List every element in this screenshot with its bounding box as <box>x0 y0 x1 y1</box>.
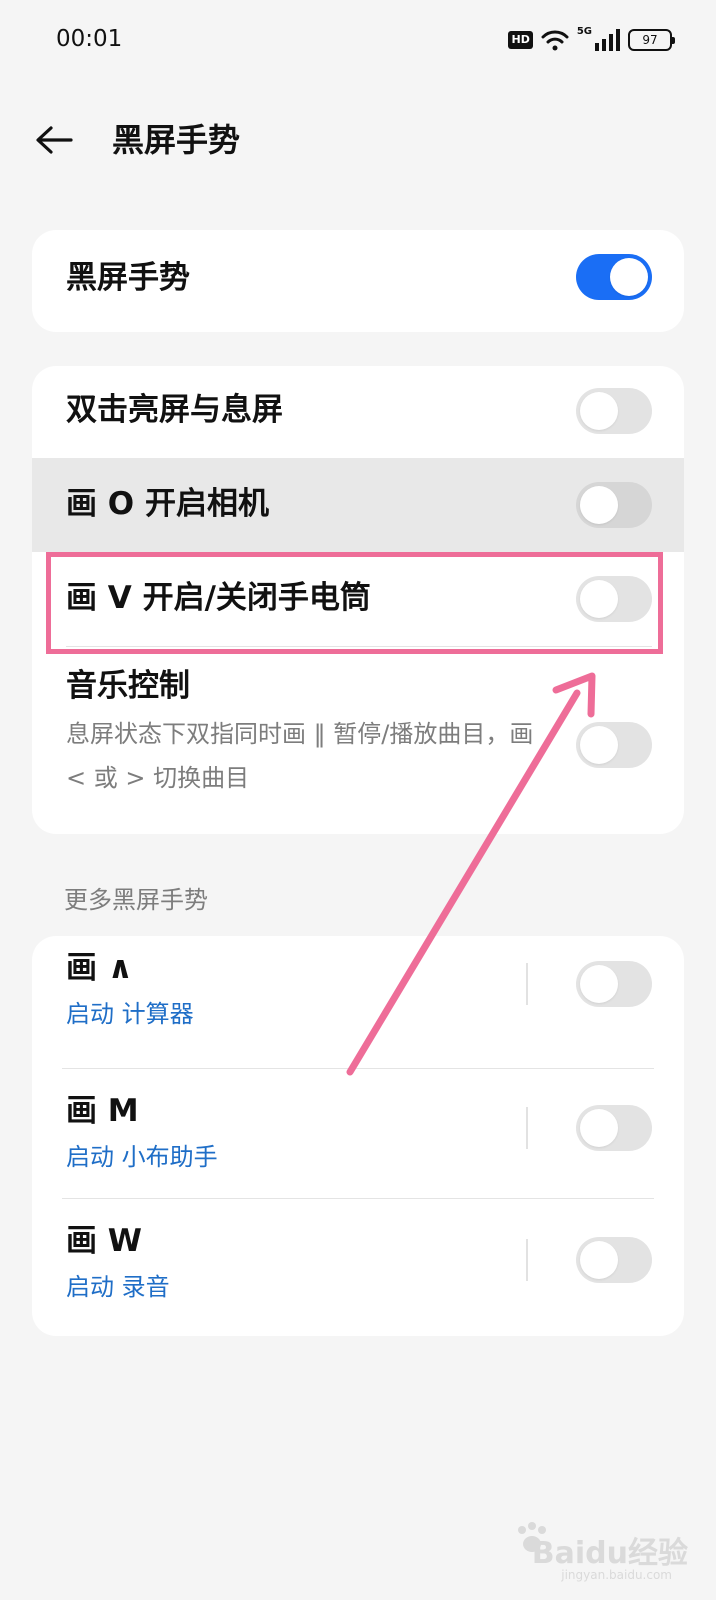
master-switch-card: 黑屏手势 <box>32 230 684 332</box>
master-switch-row[interactable]: 黑屏手势 <box>32 230 684 332</box>
double-tap-toggle[interactable] <box>576 388 652 434</box>
back-button[interactable] <box>26 112 82 168</box>
music-control-description: 息屏状态下双指同时画 ‖ 暂停/播放曲目，画 < 或 > 切换曲目 <box>66 720 534 792</box>
gesture-action-link[interactable]: 启动 小布助手 <box>66 1141 218 1173</box>
gesture-label: 双击亮屏与息屏 <box>66 392 283 428</box>
battery-level: 97 <box>642 33 658 47</box>
gesture-row-music-control[interactable]: 音乐控制 息屏状态下双指同时画 ‖ 暂停/播放曲目，画 < 或 > 切换曲目 <box>32 646 684 834</box>
gesture-action-link[interactable]: 启动 录音 <box>66 1271 170 1303</box>
draw-o-camera-toggle[interactable] <box>576 482 652 528</box>
gesture-label: 画 O 开启相机 <box>66 486 269 522</box>
hd-icon: HD <box>508 31 533 49</box>
gesture-title: 画 W <box>66 1223 142 1259</box>
vertical-separator <box>526 1107 528 1149</box>
custom-gesture-row-w[interactable]: 画 W 启动 录音 <box>32 1199 684 1336</box>
gesture-title: 画 M <box>66 1093 139 1129</box>
music-control-toggle[interactable] <box>576 722 652 768</box>
custom-gesture-row-m[interactable]: 画 M 启动 小布助手 <box>32 1069 684 1197</box>
baidu-watermark: Baidu经验 jingyan.baidu.com <box>508 1522 688 1592</box>
watermark-text: Baidu经验 <box>531 1536 688 1571</box>
master-switch-toggle[interactable] <box>576 254 652 300</box>
back-arrow-icon <box>36 126 73 154</box>
signal-icon <box>595 29 620 51</box>
vertical-separator <box>526 963 528 1005</box>
caret-calculator-toggle[interactable] <box>576 961 652 1007</box>
wifi-icon <box>541 30 569 51</box>
gesture-title: 画 ∧ <box>66 950 133 986</box>
custom-gesture-row-caret[interactable]: 画 ∧ 启动 计算器 <box>32 936 684 1068</box>
more-gestures-card: 画 ∧ 启动 计算器 画 M 启动 小布助手 画 W 启动 录音 <box>32 936 684 1336</box>
gesture-row-double-tap[interactable]: 双击亮屏与息屏 <box>32 366 684 458</box>
annotation-highlight-box <box>46 552 663 654</box>
watermark-subtext: jingyan.baidu.com <box>561 1568 672 1582</box>
page-title: 黑屏手势 <box>112 121 241 159</box>
gesture-label: 音乐控制 <box>66 668 190 704</box>
more-gestures-header: 更多黑屏手势 <box>64 886 208 914</box>
battery-icon: 97 <box>628 29 675 51</box>
w-recorder-toggle[interactable] <box>576 1237 652 1283</box>
vertical-separator <box>526 1239 528 1281</box>
status-icons: HD 5G 97 <box>508 26 675 54</box>
status-bar: 00:01 HD 5G 97 <box>0 0 716 84</box>
master-switch-label: 黑屏手势 <box>66 260 190 296</box>
gesture-row-draw-o[interactable]: 画 O 开启相机 <box>32 458 684 552</box>
network-type-label: 5G <box>576 26 592 37</box>
status-time: 00:01 <box>56 26 123 52</box>
m-assistant-toggle[interactable] <box>576 1105 652 1151</box>
gesture-action-link[interactable]: 启动 计算器 <box>66 998 194 1030</box>
